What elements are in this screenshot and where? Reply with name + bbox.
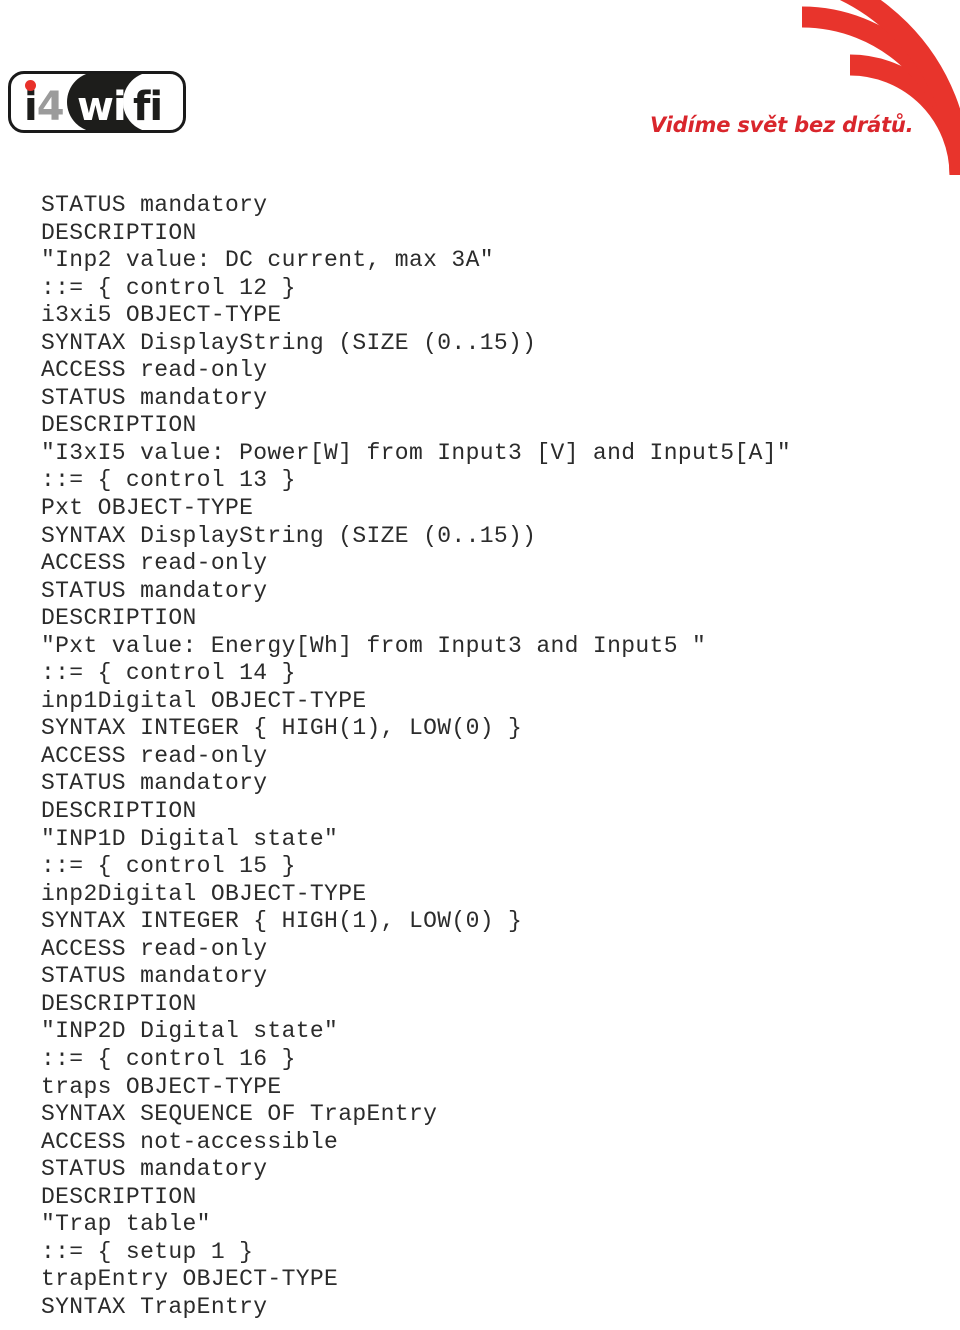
code-line: STATUS mandatory xyxy=(41,770,268,797)
code-line: STATUS mandatory xyxy=(41,963,268,990)
code-line: DESCRIPTION xyxy=(41,605,197,632)
code-line: SYNTAX DisplayString (SIZE (0..15)) xyxy=(41,329,537,356)
code-line: STATUS mandatory xyxy=(41,577,268,604)
code-line: SYNTAX TrapEntry xyxy=(41,1293,268,1320)
logo-frame: i4 wi fi xyxy=(8,71,186,133)
code-line: ::= { control 15 } xyxy=(41,853,296,880)
mib-code-listing: STATUS mandatory DESCRIPTION "Inp2 value: … xyxy=(41,192,921,1321)
logo-red-dot-icon xyxy=(25,80,36,91)
code-line: STATUS mandatory xyxy=(41,384,268,411)
logo-text-i4: i4 xyxy=(24,80,65,130)
code-line: ::= { control 13 } xyxy=(41,467,296,494)
code-line: ACCESS read-only xyxy=(41,742,268,769)
code-line: STATUS mandatory xyxy=(41,1156,268,1183)
code-line: "I3xI5 value: Power[W] from Input3 [V] a… xyxy=(41,439,792,466)
code-line: STATUS mandatory xyxy=(41,192,268,218)
code-line: ::= { setup 1 } xyxy=(41,1238,254,1265)
code-line: "INP2D Digital state" xyxy=(41,1018,339,1045)
code-line: DESCRIPTION xyxy=(41,798,197,825)
code-line: ACCESS read-only xyxy=(41,357,268,384)
code-line: ACCESS not-accessible xyxy=(41,1128,339,1155)
logo-4-glyph: 4 xyxy=(36,84,65,130)
logo-text-fi: fi xyxy=(133,84,163,130)
code-line: ::= { control 12 } xyxy=(41,274,296,301)
code-line: inp1Digital OBJECT-TYPE xyxy=(41,687,367,714)
code-line: ::= { control 16 } xyxy=(41,1045,296,1072)
code-line: DESCRIPTION xyxy=(41,412,197,439)
code-line: i3xi5 OBJECT-TYPE xyxy=(41,302,282,329)
brand-tagline: Vidíme svět bez drátů. xyxy=(650,113,914,137)
code-line: inp2Digital OBJECT-TYPE xyxy=(41,880,367,907)
code-line: ::= { control 14 } xyxy=(41,660,296,687)
code-line: trapEntry OBJECT-TYPE xyxy=(41,1266,339,1293)
code-line: SYNTAX INTEGER { HIGH(1), LOW(0) } xyxy=(41,715,523,742)
i4wifi-logo: i4 wi fi xyxy=(8,71,186,133)
code-line: ACCESS read-only xyxy=(41,935,268,962)
wifi-arcs-icon xyxy=(775,0,960,175)
code-line: DESCRIPTION xyxy=(41,990,197,1017)
code-line: "Pxt value: Energy[Wh] from Input3 and I… xyxy=(41,632,707,659)
code-line: DESCRIPTION xyxy=(41,219,197,246)
code-line: "Inp2 value: DC current, max 3A" xyxy=(41,247,494,274)
code-line: "INP1D Digital state" xyxy=(41,825,339,852)
code-line: SYNTAX DisplayString (SIZE (0..15)) xyxy=(41,522,537,549)
page-header: i4 wi fi Vidíme svět bez drátů. xyxy=(0,0,960,175)
code-line: Pxt OBJECT-TYPE xyxy=(41,495,254,522)
code-line: SYNTAX INTEGER { HIGH(1), LOW(0) } xyxy=(41,908,523,935)
code-line: DESCRIPTION xyxy=(41,1183,197,1210)
logo-text-wi: wi xyxy=(77,84,127,130)
code-line: ACCESS read-only xyxy=(41,550,268,577)
code-line: SYNTAX SEQUENCE OF TrapEntry xyxy=(41,1101,438,1128)
code-line: traps OBJECT-TYPE xyxy=(41,1073,282,1100)
code-line: "Trap table" xyxy=(41,1211,211,1238)
